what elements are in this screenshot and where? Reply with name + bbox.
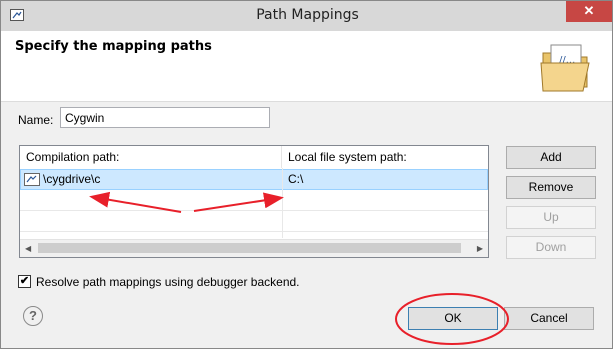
header-banner: Specify the mapping paths //... xyxy=(1,31,612,102)
table-row[interactable] xyxy=(20,211,488,232)
mapping-icon xyxy=(24,173,40,186)
compilation-path-cell: \cygdrive\c xyxy=(43,172,101,186)
ok-button[interactable]: OK xyxy=(408,307,498,330)
table-row[interactable]: \cygdrive\c C:\ xyxy=(20,169,488,190)
remove-button[interactable]: Remove xyxy=(506,176,596,199)
mappings-table: Compilation path: Local file system path… xyxy=(19,145,489,258)
column-header-compilation[interactable]: Compilation path: xyxy=(20,146,282,168)
up-button[interactable]: Up xyxy=(506,206,596,229)
path-mappings-dialog: Path Mappings ✕ Specify the mapping path… xyxy=(0,0,613,349)
horizontal-scrollbar[interactable]: ◀ ▶ xyxy=(20,239,488,257)
banner-title: Specify the mapping paths xyxy=(15,39,212,54)
window-title: Path Mappings xyxy=(256,7,359,23)
column-header-local[interactable]: Local file system path: xyxy=(282,146,488,168)
name-input[interactable] xyxy=(60,107,270,128)
down-button[interactable]: Down xyxy=(506,236,596,259)
folder-icon: //... xyxy=(540,44,590,92)
title-bar: Path Mappings ✕ xyxy=(1,1,612,31)
close-button[interactable]: ✕ xyxy=(566,1,612,22)
scroll-thumb[interactable] xyxy=(38,243,461,253)
table-row[interactable] xyxy=(20,190,488,211)
scroll-right-icon[interactable]: ▶ xyxy=(477,244,483,253)
cancel-button[interactable]: Cancel xyxy=(504,307,594,330)
help-icon[interactable]: ? xyxy=(23,306,43,326)
scroll-left-icon[interactable]: ◀ xyxy=(25,244,31,253)
local-path-cell: C:\ xyxy=(288,172,304,186)
column-divider xyxy=(282,168,283,238)
resolve-checkbox-label[interactable]: Resolve path mappings using debugger bac… xyxy=(36,275,300,289)
add-button[interactable]: Add xyxy=(506,146,596,169)
name-label: Name: xyxy=(18,113,54,127)
resolve-checkbox[interactable]: ✔ xyxy=(18,275,31,288)
